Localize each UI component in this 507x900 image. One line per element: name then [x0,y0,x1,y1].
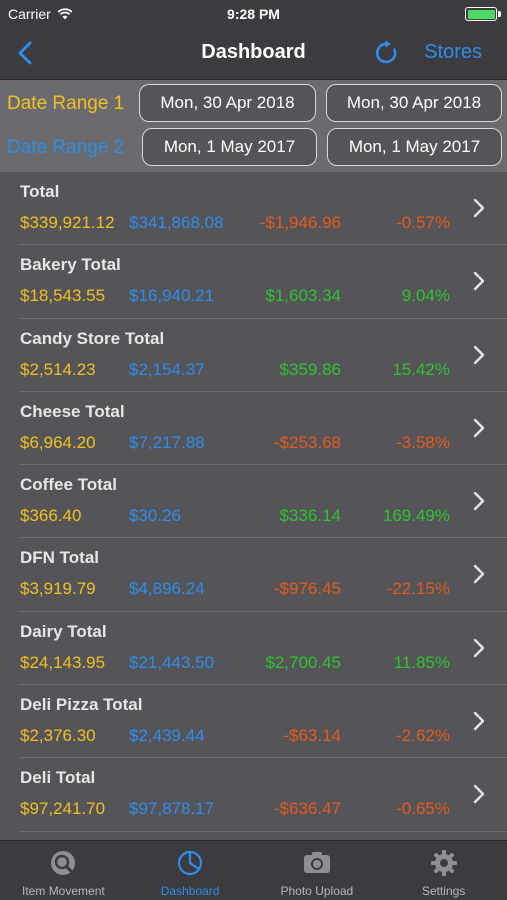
percent-change: 169.49% [382,506,450,526]
range-1-amount: $97,241.70 [20,799,106,819]
department-name: Total [20,182,60,201]
range-2-amount: $16,940.21 [129,286,215,306]
pie-chart-icon [178,850,203,876]
date-range-1-end-button[interactable]: Mon, 30 Apr 2018 [326,84,502,122]
range-2-amount: $7,217.88 [129,432,205,452]
department-name: Cheese Total [20,401,125,421]
range-2-amount: $2,439.44 [129,726,205,746]
row-divider [20,830,507,832]
percent-change: 15.42% [392,359,450,379]
department-row[interactable]: Deli Total $97,241.70 $97,878.17 -$636.47 -0… [0,758,507,832]
department-row[interactable]: DFN Total $3,919.79 $4,896.24 -$976.45 -22.1… [0,538,507,612]
date-range-1-label: Date Range 1 [7,93,125,114]
chevron-right-icon [473,711,485,731]
department-row[interactable]: Cheese Total $6,964.20 $7,217.88 -$253.68 -3… [0,392,507,466]
difference-amount: $1,603.34 [265,286,341,306]
department-name: Deli Total [20,768,96,788]
percent-change: -3.58% [396,432,450,452]
tab-label: Settings [421,884,466,898]
difference-amount: $359.86 [279,359,341,379]
department-name: Bakery Total [20,255,121,275]
chevron-right-icon [473,565,485,584]
difference-amount: -$63.14 [283,726,341,746]
tab-settings[interactable]: Settings [380,841,507,900]
difference-amount: -$253.68 [273,432,341,452]
range-1-amount: $18,543.55 [20,286,106,306]
department-name: Candy Store Total [20,328,165,348]
date-range-1-start-button[interactable]: Mon, 30 Apr 2018 [139,84,316,122]
refresh-button[interactable] [372,38,402,68]
camera-icon [303,852,330,873]
difference-amount: -$1,946.96 [259,213,341,232]
chevron-right-icon [473,785,485,804]
tab-dashboard[interactable]: Dashboard [127,841,254,900]
department-row[interactable]: Coffee Total $366.40 $30.26 $336.14 169.49% [0,465,507,539]
status-bar: Carrier 9:28 PM [0,0,507,28]
status-time: 9:28 PM [227,6,280,22]
percent-change: -2.62% [396,726,450,746]
department-totals-list: Total $339,921.12 $341,868.08 -$1,946.96 -0.… [0,172,507,840]
range-1-amount: $366.40 [20,506,82,526]
tab-label: Dashboard [160,884,220,898]
refresh-icon [375,40,397,64]
department-row[interactable]: Deli Pizza Total $2,376.30 $2,439.44 -$63.1… [0,685,507,759]
battery-icon [465,7,497,21]
chevron-right-icon [473,491,485,511]
range-1-amount: $24,143.95 [20,652,106,672]
range-2-amount: $2,154.37 [129,359,205,379]
gear-icon [430,850,457,876]
chevron-right-icon [473,345,485,364]
range-1-amount: $2,376.30 [20,726,96,746]
department-name: DFN Total [20,548,100,568]
range-2-amount: $97,878.17 [129,799,215,819]
range-2-amount: $4,896.24 [129,579,205,599]
battery-tip [498,11,501,17]
range-2-amount: $30.26 [129,506,181,526]
difference-amount: $2,700.45 [265,652,341,672]
department-row[interactable]: Bakery Total $18,543.55 $16,940.21 $1,603.3… [0,245,507,319]
search-icon [51,851,76,875]
tab-photo-upload[interactable]: Photo Upload [254,841,381,900]
tab-bar: Item Movement Dashboard Photo Upload Set… [0,840,507,900]
stores-button[interactable]: Stores [424,41,482,64]
range-1-amount: $6,964.20 [20,432,96,452]
department-row[interactable]: Dairy Total $24,143.95 $21,443.50 $2,700.45… [0,612,507,686]
tab-label: Item Movement [22,884,105,898]
percent-change: 11.85% [393,652,450,672]
department-row[interactable]: Total $339,921.12 $341,868.08 -$1,946.96 -0.… [0,172,507,246]
range-2-amount: $341,868.08 [129,213,224,232]
percent-change: -0.65% [396,799,450,819]
difference-amount: -$976.45 [273,579,341,599]
date-range-2-start-button[interactable]: Mon, 1 May 2017 [142,128,317,166]
difference-amount: $336.14 [279,506,341,526]
navigation-bar: Dashboard Stores [0,28,507,80]
percent-change: -0.57% [396,213,450,232]
tab-label: Photo Upload [280,884,354,898]
date-range-2-label: Date Range 2 [7,137,125,158]
range-1-amount: $2,514.23 [20,359,96,379]
percent-change: 9.04% [401,286,450,306]
range-2-amount: $21,443.50 [129,652,215,672]
chevron-right-icon [473,418,485,438]
chevron-right-icon [473,198,485,218]
range-1-amount: $3,919.79 [20,579,96,599]
date-range-2-end-button[interactable]: Mon, 1 May 2017 [327,128,502,166]
department-name: Coffee Total [20,475,117,495]
department-name: Dairy Total [20,621,107,641]
percent-change: -22.15% [386,579,450,599]
chevron-right-icon [473,272,485,291]
difference-amount: -$636.47 [273,799,341,819]
chevron-right-icon [473,638,485,657]
department-row[interactable]: Candy Store Total $2,514.23 $2,154.37 $359.… [0,319,507,392]
tab-item-movement[interactable]: Item Movement [0,841,127,900]
department-name: Deli Pizza Total [20,695,143,715]
date-range-panel: Date Range 1 Mon, 30 Apr 2018 Mon, 30 Ap… [0,80,507,172]
range-1-amount: $339,921.12 [20,213,115,232]
